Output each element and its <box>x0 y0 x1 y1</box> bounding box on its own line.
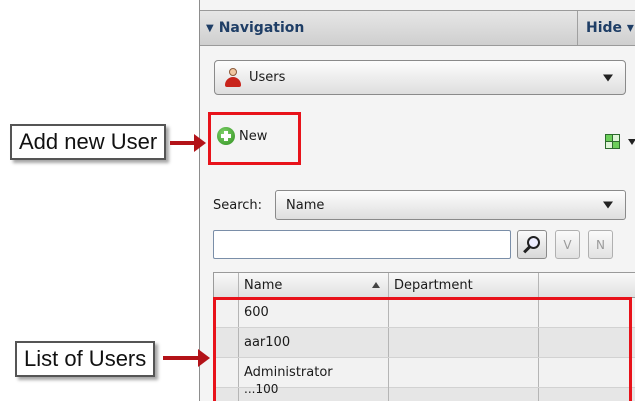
user-icon <box>223 67 243 88</box>
search-button[interactable] <box>517 230 547 259</box>
callout-arrow-icon <box>163 349 210 367</box>
row-selector-header <box>214 273 239 297</box>
view-dropdown-arrow-icon[interactable] <box>628 139 635 145</box>
search-label: Search: <box>213 198 263 213</box>
module-select[interactable]: Users <box>214 60 626 95</box>
column-header-department[interactable]: Department <box>389 273 539 297</box>
list-users-callout: List of Users <box>15 341 156 377</box>
dropdown-arrow-icon <box>603 201 613 209</box>
search-field-value: Name <box>286 197 325 213</box>
panel-title: Navigation <box>218 20 305 36</box>
user-list-highlight <box>213 297 632 401</box>
column-header-filler <box>539 273 635 297</box>
collapse-triangle-icon: ▼ <box>206 22 214 34</box>
dropdown-arrow-icon <box>603 74 613 81</box>
add-user-callout: Add new User <box>10 124 167 160</box>
header-divider <box>577 11 578 45</box>
n-button[interactable]: N <box>588 230 613 259</box>
search-field-select[interactable]: Name <box>275 190 626 220</box>
column-header-name[interactable]: Name <box>239 273 389 297</box>
callout-arrow-icon <box>170 134 206 152</box>
sort-ascending-icon <box>372 282 380 288</box>
module-select-value: Users <box>249 70 286 85</box>
search-input[interactable] <box>213 230 511 259</box>
hide-button[interactable]: Hide ▾ <box>586 20 634 36</box>
view-grid-icon[interactable] <box>605 134 620 149</box>
panel-header: ▼ Navigation Hide ▾ <box>200 10 635 46</box>
v-button[interactable]: V <box>555 230 580 259</box>
new-button-highlight <box>208 112 301 165</box>
panel-title-toggle[interactable]: ▼ Navigation <box>206 20 304 36</box>
grid-header: Name Department <box>214 273 635 298</box>
